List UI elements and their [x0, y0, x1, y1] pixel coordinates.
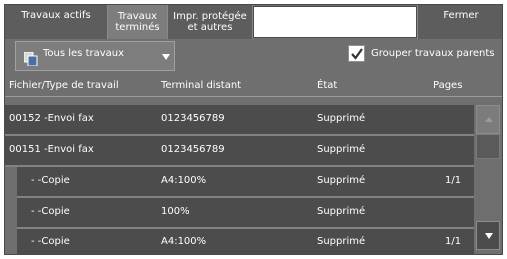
tab-bar-blank-area [253, 6, 417, 38]
close-button[interactable]: Fermer [417, 5, 502, 39]
arrow-up-icon [485, 117, 493, 122]
document-stack-icon [23, 51, 38, 67]
cell-file-type: - -Copie [31, 175, 70, 186]
checkmark-icon [351, 48, 363, 60]
cell-status: Supprimé [317, 175, 366, 186]
scrollbar-thumb[interactable] [476, 134, 500, 159]
cell-file-type: 00152 -Envoi fax [9, 113, 94, 124]
cell-remote-terminal: 100% [161, 206, 190, 217]
cell-file-type: 00151 -Envoi fax [9, 144, 94, 155]
table-row[interactable]: - -Copie A4:100% Supprimé 1/1 [17, 167, 474, 196]
tab-active-jobs[interactable]: Travaux actifs [5, 5, 108, 39]
cell-pages: 1/1 [445, 175, 462, 186]
cell-remote-terminal: A4:100% [161, 175, 207, 186]
cell-status: Supprimé [317, 206, 366, 217]
column-header-file-type: Fichier/Type de travail [9, 80, 119, 91]
tab-secure-print[interactable]: Impr. protégée et autres [168, 5, 253, 39]
cell-remote-terminal: 0123456789 [161, 113, 225, 124]
table-row[interactable]: - -Copie 100% Supprimé [17, 198, 474, 227]
cell-file-type: - -Copie [31, 206, 70, 217]
column-header-status: État [317, 80, 338, 91]
cell-remote-terminal: A4:100% [161, 236, 207, 247]
scroll-down-button[interactable] [476, 221, 500, 250]
cell-status: Supprimé [317, 144, 366, 155]
column-header-pages: Pages [433, 80, 463, 91]
cell-remote-terminal: 0123456789 [161, 144, 225, 155]
group-parent-jobs-label: Grouper travaux parents [371, 48, 495, 59]
table-row[interactable]: 00151 -Envoi fax 0123456789 Supprimé [5, 136, 474, 165]
tab-completed-jobs[interactable]: Travaux terminés [108, 5, 168, 39]
job-filter-dropdown[interactable]: Tous les travaux [15, 41, 175, 71]
header-divider [5, 96, 502, 97]
scroll-up-button[interactable] [476, 105, 500, 134]
cell-status: Supprimé [317, 236, 366, 247]
cell-status: Supprimé [317, 113, 366, 124]
column-header-remote-terminal: Terminal distant [161, 80, 242, 91]
table-row[interactable]: 00152 -Envoi fax 0123456789 Supprimé [5, 105, 474, 134]
group-parent-jobs-checkbox[interactable] [348, 45, 365, 62]
cell-pages: 1/1 [445, 236, 462, 247]
cell-file-type: - -Copie [31, 236, 70, 247]
job-status-panel: Travaux actifs Travaux terminés Impr. pr… [4, 4, 503, 255]
chevron-down-icon [162, 54, 170, 60]
job-filter-value: Tous les travaux [43, 48, 125, 59]
arrow-down-icon [485, 233, 493, 239]
table-row[interactable]: - -Copie A4:100% Supprimé 1/1 [17, 229, 474, 254]
